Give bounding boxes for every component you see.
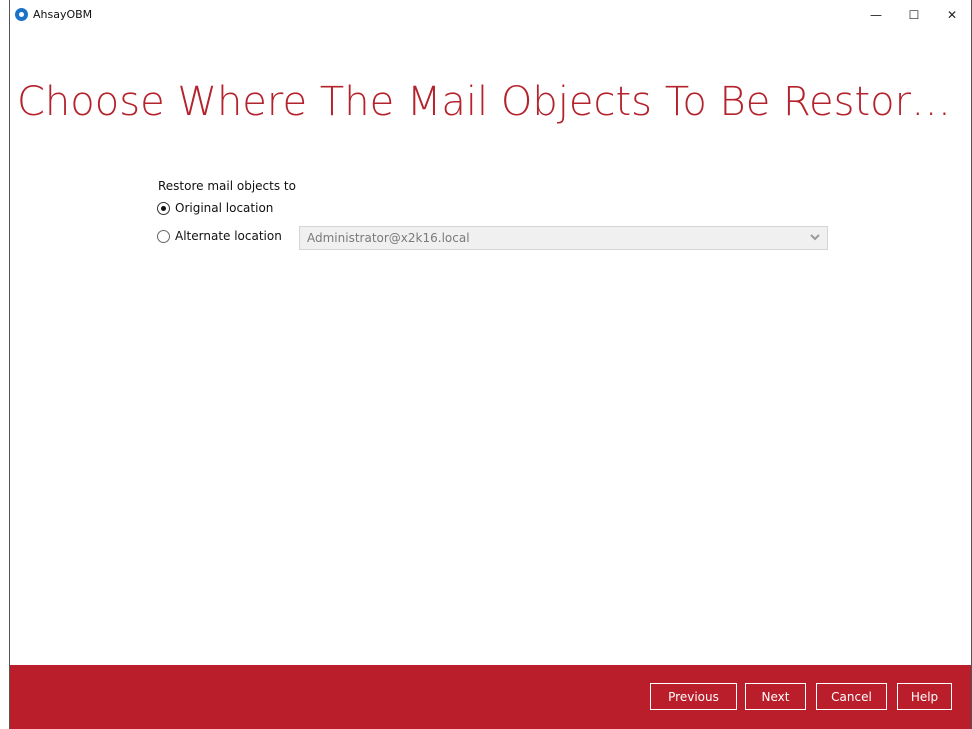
alternate-location-select[interactable]: Administrator@x2k16.local [299,226,828,250]
alternate-location-label[interactable]: Alternate location [175,229,282,243]
help-button[interactable]: Help [897,683,952,710]
app-logo-icon [15,8,28,21]
footer-bar: Previous Next Cancel Help [10,665,971,729]
next-button[interactable]: Next [745,683,806,710]
alternate-location-option[interactable]: Alternate location [157,229,282,243]
previous-button[interactable]: Previous [650,683,737,710]
original-location-label[interactable]: Original location [175,201,273,215]
restore-section-label: Restore mail objects to [158,179,296,193]
minimize-button[interactable]: — [861,6,891,24]
close-button[interactable]: ✕ [937,6,967,24]
app-title: AhsayOBM [33,8,93,21]
original-location-radio[interactable] [157,201,170,215]
cancel-button[interactable]: Cancel [816,683,887,710]
alternate-location-radio[interactable] [157,229,170,243]
title-bar: AhsayOBM — ☐ ✕ [10,0,971,30]
maximize-button[interactable]: ☐ [899,6,929,24]
original-location-option[interactable]: Original location [157,201,273,215]
page-title: Choose Where The Mail Objects To Be Rest… [17,79,952,125]
chevron-down-icon[interactable] [803,233,827,244]
alternate-location-select-value: Administrator@x2k16.local [307,231,470,245]
application-window: AhsayOBM — ☐ ✕ Choose Where The Mail Obj… [9,0,972,729]
